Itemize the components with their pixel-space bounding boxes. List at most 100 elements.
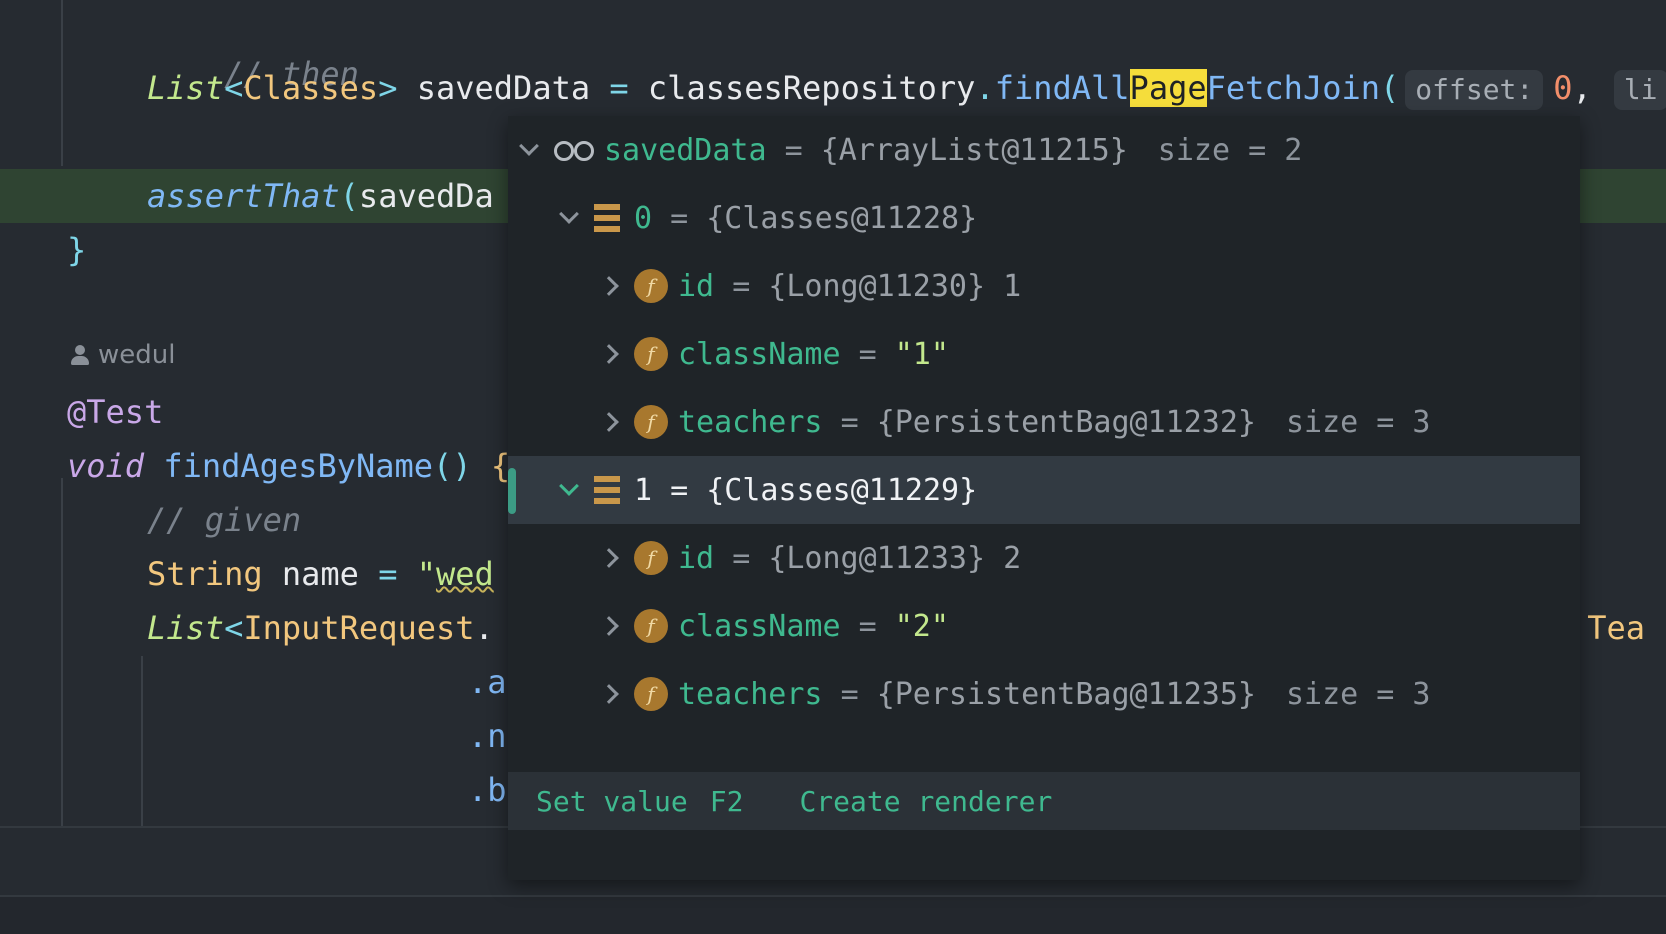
set-value-link[interactable]: Set value <box>536 785 688 818</box>
tree-node-item-0[interactable]: 0 = {Classes@11228} <box>508 184 1580 252</box>
collection-size: size = 3 <box>1285 676 1431 712</box>
equals-sign: = <box>840 404 859 440</box>
variable-name: savedDa <box>358 177 494 215</box>
paren: ( <box>1380 69 1400 107</box>
tree-node-field-id[interactable]: f id = {Long@11233} 2 <box>508 524 1580 592</box>
field-name: id <box>678 268 715 304</box>
operator: . <box>975 69 995 107</box>
paren: ( <box>339 177 359 215</box>
element-index: 1 <box>634 472 653 508</box>
field-icon: f <box>634 609 668 643</box>
field-value: {Long@11233} 2 <box>768 540 1022 576</box>
field-name: className <box>678 336 841 372</box>
field-value: "2" <box>894 608 949 644</box>
equals-sign: = <box>858 336 877 372</box>
keyword: void <box>67 447 145 485</box>
operator: = <box>590 69 648 107</box>
field-value: {Long@11230} 1 <box>768 268 1022 304</box>
type-name: InputRequest <box>243 609 475 647</box>
method-call: .n <box>468 717 507 755</box>
code-line-assert[interactable]: assertThat(savedDa <box>147 176 494 216</box>
equals-sign: = <box>732 268 751 304</box>
paren: () <box>433 447 472 485</box>
code-line-method-decl[interactable]: void findAgesByName() { <box>67 446 510 486</box>
field-name: id <box>678 540 715 576</box>
list-element-icon <box>594 476 620 504</box>
indent-guide <box>141 656 143 826</box>
chevron-down-icon[interactable] <box>559 204 579 224</box>
tree-node-field-id[interactable]: f id = {Long@11230} 1 <box>508 252 1580 320</box>
indent-guide <box>61 0 63 166</box>
chevron-right-icon[interactable] <box>599 412 619 432</box>
method-name: findAgesByName <box>163 447 434 485</box>
chevron-right-icon[interactable] <box>599 684 619 704</box>
chevron-down-icon[interactable] <box>559 476 579 496</box>
watch-glasses-icon <box>554 139 594 161</box>
method-call: .a <box>468 663 507 701</box>
type-name: String <box>147 555 263 593</box>
field-value: {PersistentBag@11235} <box>876 676 1256 712</box>
field-value: "1" <box>894 336 949 372</box>
element-value: {Classes@11228} <box>706 200 978 236</box>
equals-sign: = <box>858 608 877 644</box>
element-index: 0 <box>634 200 653 236</box>
code-line-input-list[interactable]: List<InputRequest. <box>147 608 494 648</box>
annotation: @Test <box>67 393 164 431</box>
brace: } <box>67 231 87 269</box>
tree-node-field-teachers[interactable]: f teachers = {PersistentBag@11232} size … <box>508 388 1580 456</box>
field-icon: f <box>634 337 668 371</box>
chevron-right-icon[interactable] <box>599 344 619 364</box>
person-icon <box>70 344 90 366</box>
indent-guide <box>61 478 63 826</box>
chevron-right-icon[interactable] <box>599 276 619 296</box>
create-renderer-link[interactable]: Create renderer <box>799 785 1052 818</box>
code-line-annotation[interactable]: @Test <box>67 392 163 432</box>
debugger-value-popup[interactable]: savedData = {ArrayList@11215} size = 2 0… <box>508 116 1580 880</box>
popup-footer: Set value F2 Create renderer <box>508 772 1580 830</box>
operator: < <box>224 609 244 647</box>
code-line-chain-n[interactable]: .n <box>468 716 507 756</box>
operator: < <box>224 69 244 107</box>
code-author-hint[interactable]: wedul <box>70 340 175 370</box>
tree-node-root[interactable]: savedData = {ArrayList@11215} size = 2 <box>508 116 1580 184</box>
method-call: findAll <box>994 69 1130 107</box>
code-line-close-brace[interactable]: } <box>67 230 86 270</box>
code-line-string-name[interactable]: String name = "wed <box>147 554 494 594</box>
tree-node-field-teachers[interactable]: f teachers = {PersistentBag@11235} size … <box>508 660 1580 728</box>
variable-value: {ArrayList@11215} <box>820 132 1128 168</box>
tree-node-item-1[interactable]: 1 = {Classes@11229} <box>508 456 1580 524</box>
code-line-chain-a[interactable]: .a <box>468 662 507 702</box>
code-line-comment-given[interactable]: // given <box>147 500 301 540</box>
chevron-right-icon[interactable] <box>599 548 619 568</box>
list-element-icon <box>594 204 620 232</box>
equals-sign: = <box>670 472 689 508</box>
tree-node-field-classname[interactable]: f className = "2" <box>508 592 1580 660</box>
element-value: {Classes@11229} <box>706 472 978 508</box>
variable-name: classesRepository <box>647 69 976 107</box>
type-name: Classes <box>243 69 379 107</box>
brace: { <box>471 447 511 485</box>
chevron-down-icon[interactable] <box>519 136 539 156</box>
method-call: assertThat <box>147 177 340 215</box>
collection-size: size = 3 <box>1285 404 1431 440</box>
string-literal: wed <box>435 555 494 593</box>
author-name: wedul <box>98 340 176 370</box>
equals-sign: = <box>784 132 803 168</box>
tree-node-field-classname[interactable]: f className = "1" <box>508 320 1580 388</box>
code-line-chain-b[interactable]: .b <box>468 770 507 810</box>
comment: // given <box>147 501 302 539</box>
equals-sign: = <box>670 200 689 236</box>
set-value-shortcut: F2 <box>709 784 744 818</box>
field-value: {PersistentBag@11232} <box>876 404 1256 440</box>
number-literal: 0 <box>1553 69 1573 107</box>
string-literal: " <box>416 555 436 593</box>
chevron-right-icon[interactable] <box>599 616 619 636</box>
code-line-saved-data[interactable]: List<Classes> savedData = classesReposit… <box>147 68 1666 110</box>
equals-sign: = <box>732 540 751 576</box>
type-name: List <box>147 69 225 107</box>
variable-name: savedData <box>416 69 591 107</box>
parameter-hint: li <box>1613 70 1666 110</box>
variable-name: savedData <box>604 132 767 168</box>
field-name: className <box>678 608 841 644</box>
field-icon: f <box>634 677 668 711</box>
